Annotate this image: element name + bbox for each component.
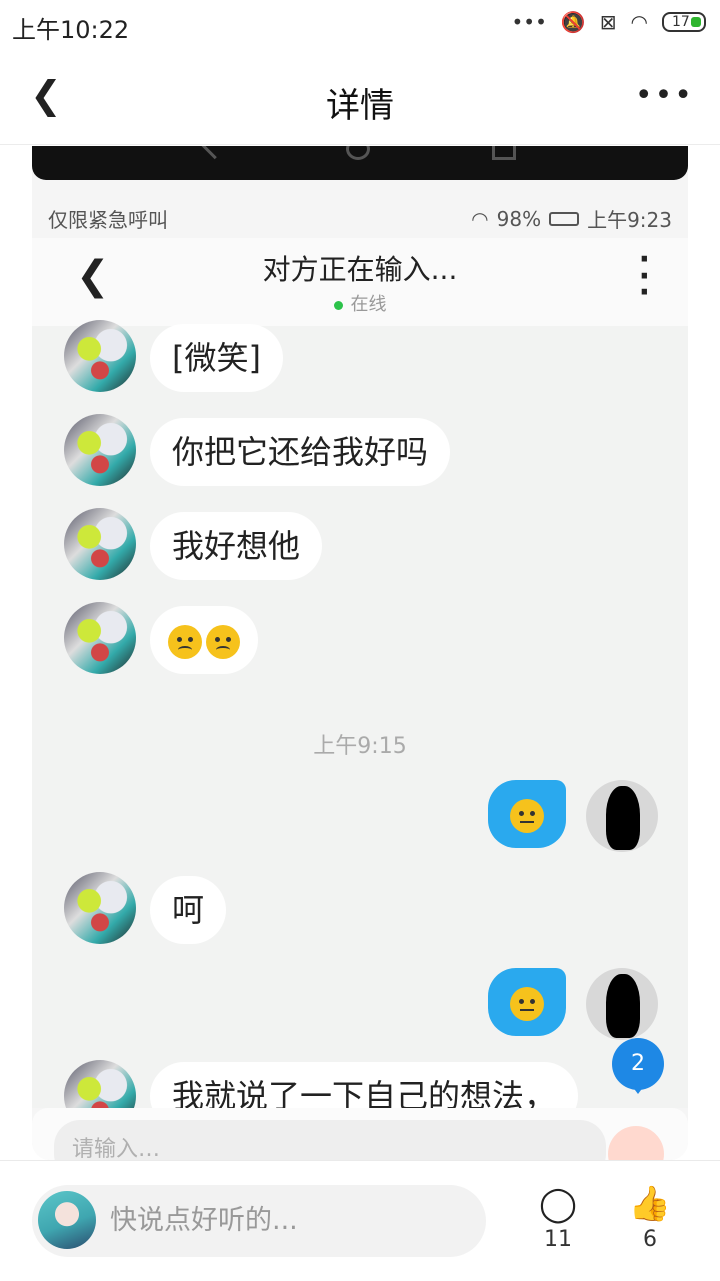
wifi-icon: ◠: [471, 206, 489, 231]
page-header: ❮ 详情 •••: [0, 52, 720, 145]
send-icon: [608, 1126, 664, 1160]
neutral-emoji-icon: [510, 799, 544, 833]
avatar: [64, 320, 136, 392]
message-bubble: 呵: [150, 876, 227, 944]
message-timestamp: 上午9:15: [313, 734, 407, 759]
my-avatar: [586, 968, 658, 1040]
thumbs-up-icon: 👍: [628, 1184, 672, 1224]
message-bubble-me: [488, 780, 566, 848]
battery-icon: [549, 211, 580, 226]
emergency-calls-label: 仅限紧急呼叫: [48, 208, 168, 232]
message-bubble: 我好想他: [150, 512, 323, 580]
like-count: 6: [643, 1227, 657, 1252]
mute-bell-icon: 🔕: [560, 10, 586, 34]
unread-badge: 2: [612, 1038, 664, 1094]
chat-input: 请输入…: [54, 1120, 606, 1160]
avatar: [64, 508, 136, 580]
avatar: [64, 602, 136, 674]
bottom-bar: 快说点好听的... ◯ 11 👍 6: [0, 1160, 720, 1281]
my-avatar: [586, 780, 658, 852]
post-image[interactable]: 仅限紧急呼叫 ◠ 98% 上午9:23 ❮ 对方正在输入... 在线 · · · […: [32, 146, 688, 1160]
nav-recent-icon: [492, 146, 516, 160]
message-bubble: 你把它还给我好吗: [150, 418, 451, 486]
comment-count: 11: [544, 1227, 572, 1252]
more-options-icon[interactable]: •••: [635, 78, 694, 113]
status-time: 上午10:22: [12, 16, 130, 44]
battery-level: 17: [672, 14, 690, 30]
phone-nav-bar: [32, 146, 688, 180]
online-status: 在线: [32, 290, 688, 316]
user-avatar: [38, 1191, 96, 1249]
page-title: 详情: [326, 86, 394, 126]
chat-input-area: 请输入…: [32, 1108, 688, 1160]
chat-area: [微笑] 你把它还给我好吗 我好想他 上午9:15 呵 我就说了一下自己的想法，…: [32, 320, 688, 1132]
message-bubble-me: [488, 968, 566, 1036]
battery-percent: 98%: [496, 206, 542, 231]
comment-button[interactable]: ◯ 11: [528, 1181, 588, 1252]
inner-status-right: ◠ 98% 上午9:23: [471, 204, 672, 233]
comment-bubble-icon: ◯: [538, 1184, 578, 1224]
like-button[interactable]: 👍 6: [620, 1181, 680, 1252]
online-label: 在线: [350, 294, 387, 315]
comment-placeholder: 快说点好听的...: [110, 1205, 298, 1236]
avatar: [64, 872, 136, 944]
more-dots-icon: •••: [511, 10, 547, 34]
battery-icon: 17: [662, 12, 706, 32]
typing-status: 对方正在输入...: [262, 253, 458, 286]
message-bubble: [微笑]: [150, 324, 283, 392]
chat-more-icon: · · ·: [638, 242, 650, 310]
annoyed-emoji-icon: [510, 987, 544, 1021]
status-bar: 上午10:22 ••• 🔕 ⊠ ◠ 17: [0, 0, 720, 52]
chat-header: ❮ 对方正在输入... 在线 · · ·: [32, 238, 688, 326]
sad-emoji-icon: [206, 625, 240, 659]
sim-off-icon: ⊠: [599, 10, 617, 34]
avatar: [64, 414, 136, 486]
wifi-icon: ◠: [630, 10, 648, 34]
message-bubble: [150, 606, 258, 674]
inner-time: 上午9:23: [587, 208, 672, 232]
nav-back-icon: [197, 146, 231, 160]
comment-input[interactable]: 快说点好听的...: [32, 1185, 486, 1257]
inner-status-bar: 仅限紧急呼叫 ◠ 98% 上午9:23: [32, 198, 688, 238]
online-dot-icon: [333, 300, 343, 310]
nav-home-icon: [346, 146, 370, 160]
sad-emoji-icon: [168, 625, 202, 659]
status-icons: ••• 🔕 ⊠ ◠ 17: [511, 10, 706, 34]
